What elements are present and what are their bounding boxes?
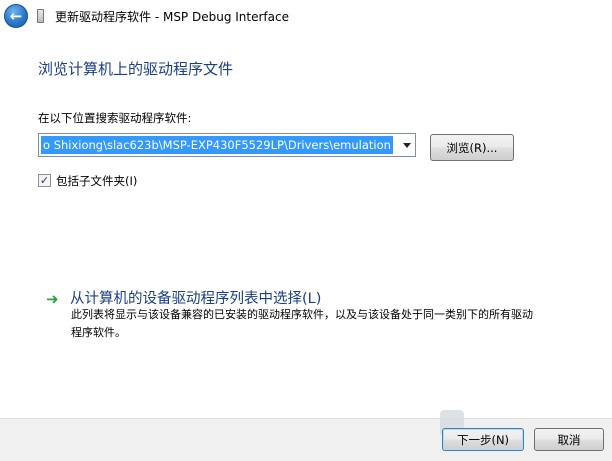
next-button[interactable]: 下一步(N) — [442, 428, 524, 451]
dropdown-arrow-icon[interactable] — [403, 143, 411, 148]
title-bar: ← 更新驱动程序软件 - MSP Debug Interface — [0, 0, 612, 34]
page-heading: 浏览计算机上的驱动程序文件 — [38, 60, 234, 78]
green-arrow-icon[interactable]: ➜ — [46, 290, 59, 308]
path-input-value[interactable]: o Shixiong\slac623b\MSP-EXP430F5529LP\Dr… — [41, 136, 393, 154]
window-title: 更新驱动程序软件 - MSP Debug Interface — [55, 10, 289, 24]
back-button[interactable]: ← — [4, 4, 28, 28]
path-combobox[interactable]: o Shixiong\slac623b\MSP-EXP430F5529LP\Dr… — [38, 133, 416, 157]
back-arrow-icon: ← — [9, 6, 23, 25]
search-location-label: 在以下位置搜索驱动程序软件: — [38, 111, 192, 125]
include-subfolders-checkbox[interactable]: ✓ — [38, 174, 51, 187]
browse-button[interactable]: 浏览(R)... — [430, 134, 514, 161]
pick-from-list-link[interactable]: 从计算机的设备驱动程序列表中选择(L) — [70, 287, 321, 308]
include-subfolders-label[interactable]: 包括子文件夹(I) — [56, 173, 137, 189]
pick-from-list-description: 此列表将显示与该设备兼容的已安装的驱动程序软件，以及与该设备处于同一类别下的所有… — [71, 308, 533, 339]
cancel-button[interactable]: 取消 — [534, 428, 604, 451]
device-icon — [37, 9, 44, 23]
